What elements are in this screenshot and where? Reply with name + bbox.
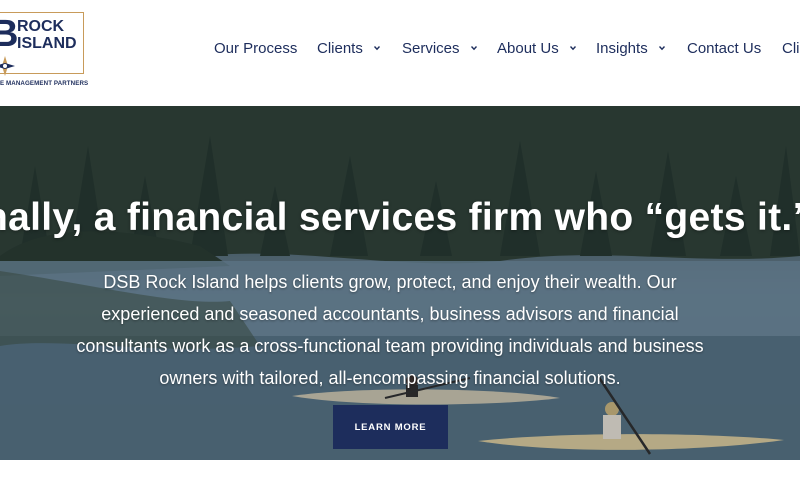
hero-banner: nally, a financial services firm who “ge…	[0, 106, 800, 460]
nav-label: Clients	[317, 40, 363, 57]
hero-description: DSB Rock Island helps clients grow, prot…	[76, 272, 704, 388]
chevron-down-icon	[569, 46, 576, 51]
learn-more-button[interactable]: LEARN MORE	[333, 405, 448, 449]
hero-headline: nally, a financial services firm who “ge…	[0, 196, 800, 239]
nav-clients[interactable]: Clients	[317, 40, 381, 58]
logo[interactable]: B ROCK ISLAND	[0, 12, 84, 76]
nav-label: Our Process	[214, 40, 298, 57]
nav-about-us[interactable]: About Us	[497, 40, 576, 58]
nav-label: Cli	[782, 40, 800, 57]
nav-label: Services	[402, 40, 460, 57]
nav-label: About Us	[497, 40, 559, 57]
compass-icon	[0, 56, 15, 76]
nav-label: Contact Us	[687, 40, 762, 57]
chevron-down-icon	[658, 46, 665, 51]
logo-line-1: ROCK	[17, 18, 65, 35]
nav-our-process[interactable]: Our Process	[214, 40, 297, 58]
nav-insights[interactable]: Insights	[596, 40, 665, 58]
nav-label: Insights	[596, 40, 648, 57]
nav-contact-us[interactable]: Contact Us	[687, 40, 761, 58]
site-header: B ROCK ISLAND E MANAGEMENT PARTNERS Our …	[0, 0, 800, 106]
logo-letter: B	[0, 13, 18, 55]
nav-client-portal[interactable]: Cli	[782, 40, 800, 58]
logo-tagline: E MANAGEMENT PARTNERS	[0, 80, 89, 87]
logo-line-2: ISLAND	[17, 35, 77, 52]
nav-services[interactable]: Services	[402, 40, 477, 58]
chevron-down-icon	[470, 46, 477, 51]
chevron-down-icon	[374, 46, 381, 51]
page-bottom-margin	[0, 460, 800, 480]
